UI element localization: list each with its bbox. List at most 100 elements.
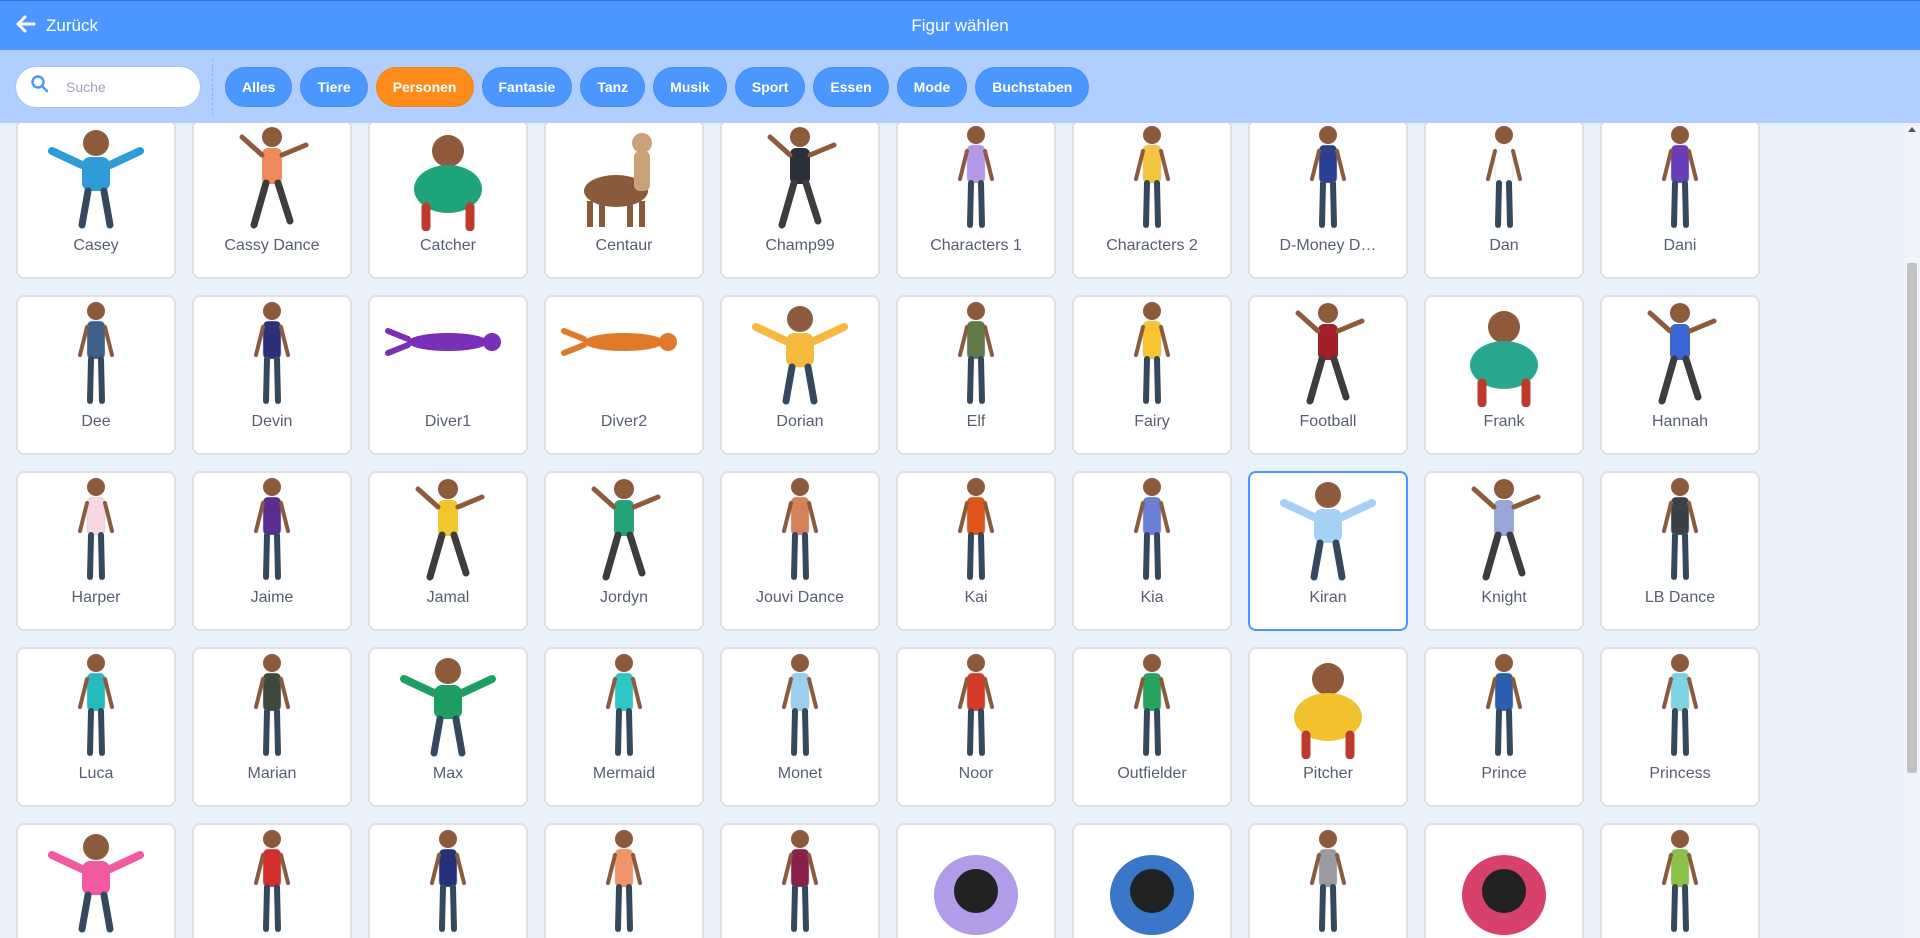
sprite-tile-unnamed-49[interactable]	[1600, 823, 1760, 938]
sprite-tile-unnamed-44[interactable]	[720, 823, 880, 938]
sprite-tile-fairy[interactable]: Fairy	[1072, 295, 1232, 455]
sprite-thumbnail	[1426, 825, 1582, 935]
sprite-tile-jouvi-dance[interactable]: Jouvi Dance	[720, 471, 880, 631]
sprite-thumbnail	[546, 649, 702, 759]
sprite-tile-centaur[interactable]: Centaur	[544, 123, 704, 279]
sprite-tile-unnamed-42[interactable]	[368, 823, 528, 938]
sprite-tile-lb-dance[interactable]: LB Dance	[1600, 471, 1760, 631]
sprite-name: Monet	[777, 765, 823, 782]
sprite-tile-dani[interactable]: Dani	[1600, 123, 1760, 279]
tag-fantasie[interactable]: Fantasie	[481, 66, 573, 107]
sprite-tile-jamal[interactable]: Jamal	[368, 471, 528, 631]
scroll-thumb[interactable]	[1907, 263, 1917, 773]
sprite-tile-harper[interactable]: Harper	[16, 471, 176, 631]
sprite-thumbnail	[1426, 123, 1582, 231]
tag-musik[interactable]: Musik	[653, 66, 727, 107]
sprite-thumbnail	[1426, 473, 1582, 583]
search-input[interactable]	[64, 77, 188, 96]
sprite-name: D-Money D…	[1279, 237, 1377, 254]
sprite-tile-unnamed-41[interactable]	[192, 823, 352, 938]
sprite-tile-unnamed-46[interactable]	[1072, 823, 1232, 938]
sprite-tile-marian[interactable]: Marian	[192, 647, 352, 807]
sprite-tile-devin[interactable]: Devin	[192, 295, 352, 455]
tag-essen[interactable]: Essen	[813, 66, 889, 107]
sprite-thumbnail	[898, 649, 1054, 759]
sprite-thumbnail	[370, 649, 526, 759]
sprite-tile-kia[interactable]: Kia	[1072, 471, 1232, 631]
sprite-tile-princess[interactable]: Princess	[1600, 647, 1760, 807]
sprite-thumbnail	[18, 649, 174, 759]
sprite-tile-mermaid[interactable]: Mermaid	[544, 647, 704, 807]
sprite-name: Dani	[1663, 237, 1697, 254]
sprite-thumbnail	[1602, 825, 1758, 935]
sprite-tile-unnamed-43[interactable]	[544, 823, 704, 938]
sprite-library: Casey Cassy Dance Catcher Centaur Champ99 Cha…	[0, 123, 1904, 938]
sprite-tile-jordyn[interactable]: Jordyn	[544, 471, 704, 631]
sprite-tile-characters-1[interactable]: Characters 1	[896, 123, 1056, 279]
tag-mode[interactable]: Mode	[896, 66, 968, 107]
sprite-tile-outfielder[interactable]: Outfielder	[1072, 647, 1232, 807]
sprite-thumbnail	[1074, 473, 1230, 583]
sprite-thumbnail	[1074, 123, 1230, 231]
sprite-thumbnail	[898, 473, 1054, 583]
sprite-thumbnail	[1074, 825, 1230, 935]
sprite-tile-max[interactable]: Max	[368, 647, 528, 807]
sprite-name: Luca	[78, 765, 114, 782]
sprite-tile-frank[interactable]: Frank	[1424, 295, 1584, 455]
sprite-name: Jordyn	[599, 589, 649, 606]
sprite-tile-catcher[interactable]: Catcher	[368, 123, 528, 279]
sprite-tile-noor[interactable]: Noor	[896, 647, 1056, 807]
sprite-tile-hannah[interactable]: Hannah	[1600, 295, 1760, 455]
sprite-tile-unnamed-45[interactable]	[896, 823, 1056, 938]
scrollbar[interactable]	[1904, 123, 1920, 938]
sprite-tile-football[interactable]: Football	[1248, 295, 1408, 455]
sprite-thumbnail	[722, 649, 878, 759]
sprite-name: Devin	[251, 413, 293, 430]
sprite-name: Marian	[247, 765, 297, 782]
sprite-tile-diver2[interactable]: Diver2	[544, 295, 704, 455]
sprite-thumbnail	[194, 473, 350, 583]
sprite-tile-prince[interactable]: Prince	[1424, 647, 1584, 807]
sprite-tile-monet[interactable]: Monet	[720, 647, 880, 807]
sprite-tile-unnamed-40[interactable]	[16, 823, 176, 938]
back-label: Zurück	[46, 16, 98, 35]
tag-tiere[interactable]: Tiere	[300, 66, 368, 107]
search-box[interactable]	[16, 66, 200, 107]
sprite-tile-diver1[interactable]: Diver1	[368, 295, 528, 455]
sprite-tile-casey[interactable]: Casey	[16, 123, 176, 279]
sprite-tile-kai[interactable]: Kai	[896, 471, 1056, 631]
sprite-tile-d-money-d[interactable]: D-Money D…	[1248, 123, 1408, 279]
sprite-tile-unnamed-48[interactable]	[1424, 823, 1584, 938]
sprite-thumbnail	[722, 825, 878, 935]
sprite-tile-dan[interactable]: Dan	[1424, 123, 1584, 279]
sprite-tile-knight[interactable]: Knight	[1424, 471, 1584, 631]
sprite-tile-elf[interactable]: Elf	[896, 295, 1056, 455]
sprite-tile-dorian[interactable]: Dorian	[720, 295, 880, 455]
sprite-tile-unnamed-47[interactable]	[1248, 823, 1408, 938]
page-title: Figur wählen	[911, 16, 1009, 35]
sprite-name: Harper	[71, 589, 121, 606]
sprite-name: Dee	[81, 413, 111, 430]
sprite-tile-kiran[interactable]: Kiran	[1248, 471, 1408, 631]
tag-buchstaben[interactable]: Buchstaben	[975, 66, 1090, 107]
tag-sport[interactable]: Sport	[734, 66, 806, 107]
sprite-tile-characters-2[interactable]: Characters 2	[1072, 123, 1232, 279]
sprite-tile-dee[interactable]: Dee	[16, 295, 176, 455]
sprite-tile-luca[interactable]: Luca	[16, 647, 176, 807]
sprite-thumbnail	[18, 297, 174, 407]
sprite-tile-jaime[interactable]: Jaime	[192, 471, 352, 631]
sprite-name: Kai	[964, 589, 988, 606]
sprite-thumbnail	[1602, 473, 1758, 583]
tag-personen[interactable]: Personen	[375, 66, 474, 107]
sprite-thumbnail	[1250, 123, 1406, 231]
tag-alles[interactable]: Alles	[225, 66, 293, 107]
sprite-name: Centaur	[595, 237, 653, 254]
sprite-tile-cassy-dance[interactable]: Cassy Dance	[192, 123, 352, 279]
sprite-tile-pitcher[interactable]: Pitcher	[1248, 647, 1408, 807]
back-button[interactable]: Zurück	[16, 1, 98, 51]
tag-tanz[interactable]: Tanz	[580, 66, 646, 107]
category-tags: Alles Tiere Personen Fantasie Tanz Musik Sport…	[225, 66, 1090, 107]
sprite-tile-champ99[interactable]: Champ99	[720, 123, 880, 279]
scroll-up-arrow-icon[interactable]	[1908, 127, 1916, 132]
sprite-thumbnail	[898, 825, 1054, 935]
